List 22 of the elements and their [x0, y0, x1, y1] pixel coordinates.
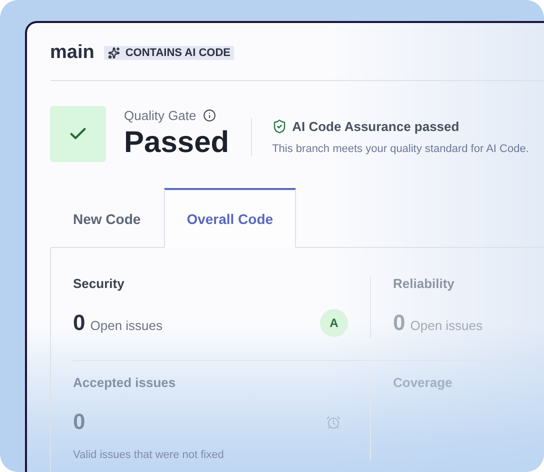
- metric-value: 0: [73, 310, 86, 336]
- info-icon[interactable]: [203, 108, 216, 122]
- metric-title: Accepted issues: [73, 375, 177, 390]
- gate-status: Passed: [124, 124, 230, 160]
- rating-badge: A: [320, 309, 348, 337]
- metric-title: Security: [73, 276, 126, 291]
- metric-value: 0: [73, 409, 86, 435]
- branch-name: main: [50, 42, 94, 64]
- metric-note: Valid issues that were not fixed: [73, 449, 225, 461]
- code-tab[interactable]: Overall Code: [164, 188, 296, 248]
- assurance-title: AI Code Assurance passed: [292, 119, 460, 134]
- code-tab[interactable]: New Code: [50, 188, 164, 248]
- alarm-clock-icon: [326, 414, 341, 430]
- shield-check-icon: [272, 119, 288, 134]
- metric-unit: Open issues: [90, 318, 163, 333]
- gate-label: Quality Gate: [124, 108, 196, 122]
- ai-code-badge: CONTAINS AI CODE: [104, 46, 234, 60]
- metric-value: 0: [393, 310, 406, 336]
- metric-unit: Open issues: [410, 318, 483, 333]
- metric-title: Coverage: [393, 375, 454, 390]
- metric-title: Reliability: [393, 276, 456, 291]
- assurance-description: This branch meets your quality standard for AI Code.: [272, 143, 529, 155]
